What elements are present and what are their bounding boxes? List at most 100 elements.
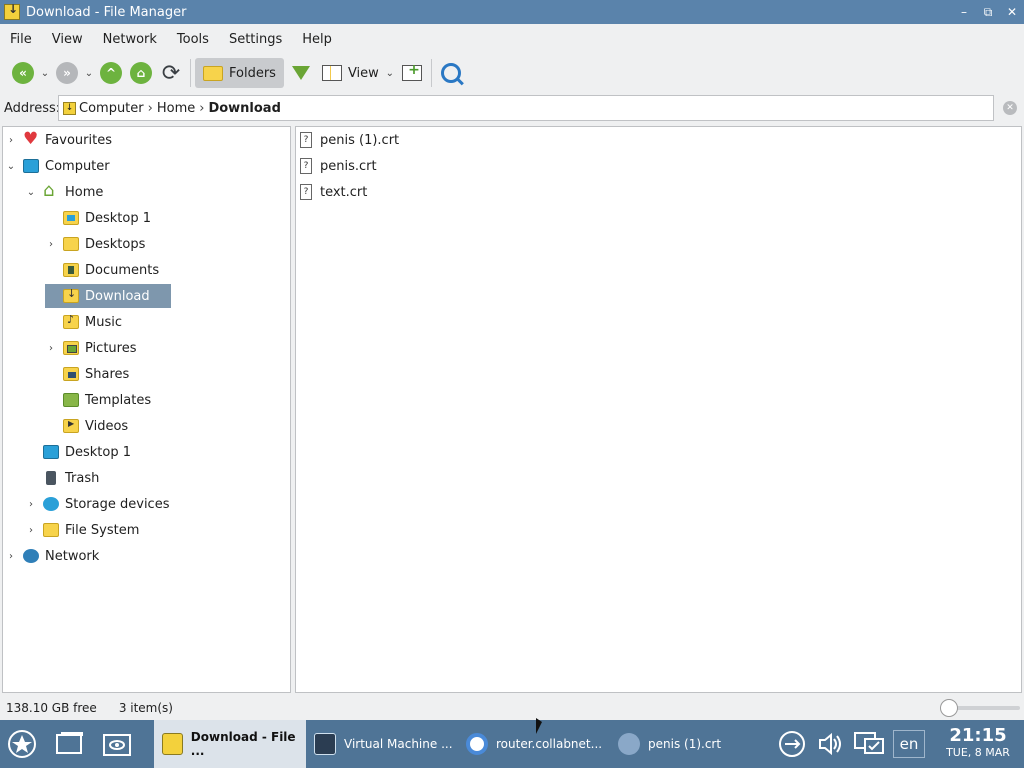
breadcrumb-computer[interactable]: Computer ›	[79, 101, 157, 116]
tree-item-label: Home	[65, 184, 104, 200]
mouse-cursor	[536, 718, 542, 734]
filter-button[interactable]	[286, 58, 316, 88]
desktop-icon	[43, 445, 59, 459]
eye-icon	[103, 734, 131, 756]
menu-help[interactable]: Help	[292, 32, 342, 47]
download-folder-icon	[63, 287, 79, 303]
refresh-button[interactable]: ⟳	[158, 58, 184, 88]
certificate-viewer-icon	[618, 733, 640, 755]
task-label: Virtual Machine ...	[344, 737, 453, 751]
forward-history-dropdown[interactable]: ⌄	[82, 68, 96, 79]
up-button[interactable]: ^	[98, 58, 124, 88]
minimize-button[interactable]: –	[952, 0, 976, 24]
zoom-slider-handle[interactable]	[940, 699, 958, 717]
menu-network[interactable]: Network	[93, 32, 167, 47]
menu-view[interactable]: View	[42, 32, 93, 47]
tree-item-file-system[interactable]: › File System	[25, 518, 139, 542]
list-item[interactable]: ? penis.crt	[300, 155, 377, 177]
item-count: 3 item(s)	[118, 701, 173, 715]
tree-item-storage-devices[interactable]: › Storage devices	[25, 492, 169, 516]
tree-item-desktops[interactable]: › Desktops	[45, 232, 145, 256]
expand-arrow-icon[interactable]: ›	[45, 239, 57, 250]
breadcrumb-label: Download	[208, 100, 281, 116]
tree-item-label: Desktop 1	[65, 444, 132, 460]
folders-toggle-button[interactable]: Folders	[195, 58, 284, 88]
clock[interactable]: 21:15 TUE, 8 MAR	[936, 726, 1020, 760]
tree-item-trash[interactable]: Trash	[25, 466, 99, 490]
address-field[interactable]: ↓ Computer › Home › Download	[58, 95, 994, 121]
keyboard-layout-button[interactable]: en	[893, 730, 925, 758]
task-file-manager[interactable]: Download - File ...	[154, 720, 306, 768]
collapse-arrow-icon[interactable]: ⌄	[25, 187, 37, 198]
tree-item-label: Templates	[85, 392, 152, 408]
collapse-arrow-icon[interactable]: ⌄	[5, 161, 17, 172]
back-button[interactable]: «	[10, 58, 36, 88]
up-arrow-icon: ^	[100, 62, 122, 84]
tree-item-favourites[interactable]: › Favourites	[5, 128, 112, 152]
tree-item-videos[interactable]: Videos	[45, 414, 128, 438]
menu-file[interactable]: File	[0, 32, 42, 47]
view-button[interactable]: View	[318, 65, 383, 81]
toolbar-separator	[190, 59, 191, 87]
tree-item-shares[interactable]: Shares	[45, 362, 129, 386]
tree-item-music[interactable]: Music	[45, 310, 122, 334]
tree-item-label: Network	[45, 548, 100, 564]
list-item[interactable]: ? text.crt	[300, 181, 367, 203]
task-virtual-machine[interactable]: Virtual Machine ...	[306, 720, 456, 768]
file-name: penis (1).crt	[320, 132, 400, 148]
task-certificate[interactable]: penis (1).crt	[610, 720, 760, 768]
zoom-slider[interactable]	[940, 699, 1020, 717]
show-desktop-button[interactable]	[54, 728, 86, 760]
start-menu-button[interactable]	[6, 728, 38, 760]
forward-button[interactable]: »	[54, 58, 80, 88]
menu-settings[interactable]: Settings	[219, 32, 292, 47]
tree-item-home[interactable]: ⌄ Home	[25, 180, 104, 204]
folder-tree[interactable]: › Favourites ⌄ Computer ⌄ Home Desktop 1…	[2, 126, 291, 693]
tree-item-desktop-1-home[interactable]: Desktop 1	[45, 206, 151, 230]
expand-arrow-icon[interactable]: ›	[45, 343, 57, 354]
back-history-dropdown[interactable]: ⌄	[38, 68, 52, 79]
expand-arrow-icon[interactable]: ›	[25, 525, 37, 536]
clear-address-button[interactable]: ✕	[1003, 101, 1017, 115]
tree-item-label: Desktops	[85, 236, 146, 252]
display-tray-button[interactable]	[852, 730, 886, 758]
videos-folder-icon	[63, 419, 79, 433]
expand-arrow-icon[interactable]: ›	[5, 551, 17, 562]
breadcrumb-download[interactable]: Download	[208, 101, 280, 116]
network-tray-button[interactable]	[776, 730, 808, 758]
task-browser[interactable]: router.collabnet...	[458, 720, 608, 768]
folders-label: Folders	[229, 65, 276, 81]
view-mode-icon	[321, 65, 342, 81]
close-button[interactable]: ✕	[1000, 0, 1024, 24]
breadcrumb-home[interactable]: Home ›	[157, 101, 209, 116]
download-folder-icon: ↓	[63, 101, 76, 115]
search-button[interactable]	[438, 58, 464, 88]
tree-item-label: Computer	[45, 158, 110, 174]
split-view-button[interactable]	[399, 58, 425, 88]
maximize-button[interactable]: ⧉	[976, 0, 1000, 24]
split-view-icon	[401, 62, 422, 81]
virtual-machine-icon	[314, 733, 336, 755]
tree-item-network[interactable]: › Network	[5, 544, 99, 568]
screenshot-button[interactable]	[101, 728, 133, 760]
tree-item-desktop-1[interactable]: Desktop 1	[25, 440, 131, 464]
file-name: text.crt	[320, 184, 368, 200]
menu-tools[interactable]: Tools	[167, 32, 219, 47]
templates-folder-icon	[63, 393, 79, 407]
tree-item-computer[interactable]: ⌄ Computer	[5, 154, 110, 178]
home-button[interactable]: ⌂	[128, 58, 154, 88]
view-dropdown[interactable]: ⌄	[383, 68, 397, 79]
tree-item-templates[interactable]: Templates	[45, 388, 151, 412]
expand-arrow-icon[interactable]: ›	[5, 135, 17, 146]
tree-item-documents[interactable]: Documents	[45, 258, 159, 282]
tree-item-pictures[interactable]: › Pictures	[45, 336, 136, 360]
start-menu-icon	[8, 730, 36, 758]
clock-time: 21:15	[949, 725, 1007, 746]
file-list[interactable]: ? penis (1).crt ? penis.crt ? text.crt	[295, 126, 1022, 693]
expand-arrow-icon[interactable]: ›	[25, 499, 37, 510]
tree-item-download[interactable]: Download	[45, 284, 171, 308]
home-icon	[43, 180, 59, 201]
list-item[interactable]: ? penis (1).crt	[300, 129, 399, 151]
breadcrumb-label: Home	[156, 100, 196, 116]
volume-button[interactable]	[814, 730, 846, 758]
